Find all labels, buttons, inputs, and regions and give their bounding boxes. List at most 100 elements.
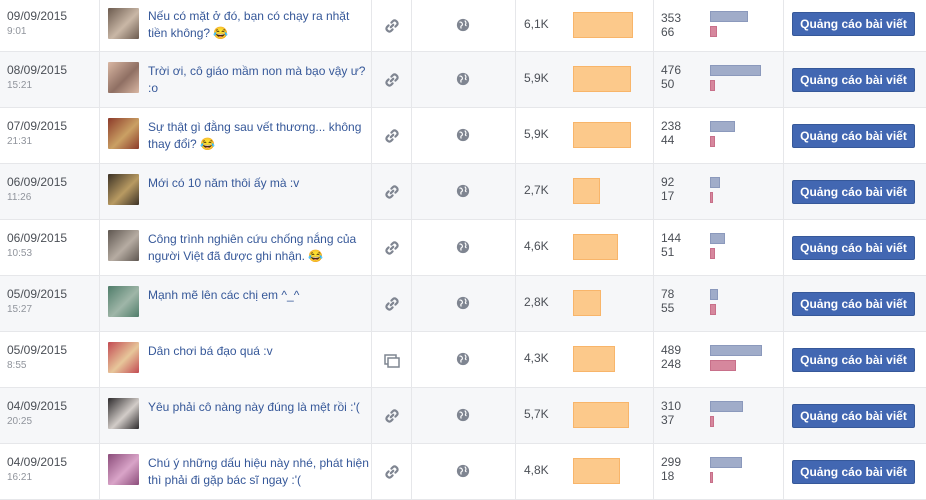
reach-bar [573,178,600,204]
reach-cell: 5,9K [516,52,654,107]
post-message-link[interactable]: Trời ơi, cô giáo mầm non mà bạo vậy ư? :… [148,63,370,97]
boost-post-button[interactable]: Quảng cáo bài viết [792,292,915,316]
engagement-secondary-value: 18 [661,469,675,483]
post-message-link[interactable]: Yêu phải cô nàng này đúng là mệt rồi :'( [148,399,370,416]
globe-icon [456,18,472,34]
post-thumbnail[interactable] [108,398,139,429]
boost-cell: Quảng cáo bài viết [784,164,926,219]
boost-cell: Quảng cáo bài viết [784,0,926,51]
engagement-primary-value: 238 [661,119,682,133]
table-row: 05/09/2015 8:55 Dân chơi bá đạo quá :v 4,3K… [0,332,926,388]
album-icon [383,352,400,368]
targeting-cell [412,0,516,51]
post-type-cell [372,332,412,387]
post-message-link[interactable]: Sự thật gì đằng sau vết thương... không … [148,119,370,153]
boost-post-button[interactable]: Quảng cáo bài viết [792,180,915,204]
post-time: 15:21 [7,80,33,91]
post-time: 20:25 [7,416,33,427]
engagement-primary-value: 310 [661,399,682,413]
post-thumbnail[interactable] [108,286,139,317]
link-icon [384,296,400,312]
engagement-primary-bar [710,121,735,132]
boost-post-button[interactable]: Quảng cáo bài viết [792,124,915,148]
post-date: 07/09/2015 [7,119,68,133]
engagement-secondary-value: 50 [661,77,675,91]
post-cell: Mạnh mẽ lên các chị em ^_^ [100,276,372,331]
globe-icon [456,240,472,256]
date-cell: 05/09/2015 15:27 [0,276,100,331]
globe-icon [456,408,472,424]
engagement-primary-value: 476 [661,63,682,77]
engagement-primary-value: 78 [661,287,675,301]
post-message-link[interactable]: Dân chơi bá đạo quá :v [148,343,370,360]
post-thumbnail[interactable] [108,342,139,373]
date-cell: 08/09/2015 15:21 [0,52,100,107]
post-message-link[interactable]: Mới có 10 năm thôi ấy mà :v [148,175,370,192]
engagement-cell: 310 37 [654,388,784,443]
engagement-secondary-bar [710,192,713,203]
engagement-primary-bar [710,457,742,468]
table-row: 09/09/2015 9:01 Nếu có mặt ở đó, bạn có ch… [0,0,926,52]
post-type-cell [372,108,412,163]
engagement-cell: 476 50 [654,52,784,107]
engagement-primary-value: 489 [661,343,682,357]
engagement-secondary-bar [710,136,715,147]
reach-value: 4,8K [524,463,549,477]
reach-cell: 4,8K [516,444,654,499]
post-cell: Trời ơi, cô giáo mầm non mà bạo vậy ư? :… [100,52,372,107]
post-message-link[interactable]: Công trình nghiên cứu chống nắng của ngư… [148,231,370,265]
post-type-cell [372,276,412,331]
post-cell: Dân chơi bá đạo quá :v [100,332,372,387]
engagement-secondary-value: 37 [661,413,675,427]
post-time: 9:01 [7,26,27,37]
post-thumbnail[interactable] [108,454,139,485]
engagement-secondary-value: 17 [661,189,675,203]
engagement-primary-bar [710,65,761,76]
reach-value: 4,3K [524,351,549,365]
reach-bar [573,346,615,372]
post-cell: Công trình nghiên cứu chống nắng của ngư… [100,220,372,275]
post-thumbnail[interactable] [108,174,139,205]
post-cell: Yêu phải cô nàng này đúng là mệt rồi :'( [100,388,372,443]
boost-post-button[interactable]: Quảng cáo bài viết [792,348,915,372]
reach-value: 5,7K [524,407,549,421]
globe-icon [456,352,472,368]
post-thumbnail[interactable] [108,62,139,93]
reach-cell: 4,6K [516,220,654,275]
reach-value: 5,9K [524,127,549,141]
date-cell: 04/09/2015 20:25 [0,388,100,443]
engagement-values: 310 37 [661,399,681,427]
targeting-cell [412,444,516,499]
boost-post-button[interactable]: Quảng cáo bài viết [792,236,915,260]
engagement-secondary-bar [710,26,717,37]
engagement-secondary-bar [710,360,736,371]
engagement-secondary-value: 66 [661,25,675,39]
boost-post-button[interactable]: Quảng cáo bài viết [792,12,915,36]
boost-post-button[interactable]: Quảng cáo bài viết [792,404,915,428]
engagement-values: 144 51 [661,231,681,259]
post-thumbnail[interactable] [108,8,139,39]
post-thumbnail[interactable] [108,230,139,261]
post-thumbnail[interactable] [108,118,139,149]
reach-value: 5,9K [524,71,549,85]
engagement-cell: 144 51 [654,220,784,275]
reach-value: 4,6K [524,239,549,253]
reach-value: 2,8K [524,295,549,309]
targeting-cell [412,220,516,275]
date-cell: 07/09/2015 21:31 [0,108,100,163]
post-message-link[interactable]: Mạnh mẽ lên các chị em ^_^ [148,287,370,304]
post-message-link[interactable]: Nếu có mặt ở đó, bạn có chạy ra nhặt tiề… [148,8,370,42]
engagement-values: 299 18 [661,455,681,483]
boost-post-button[interactable]: Quảng cáo bài viết [792,460,915,484]
engagement-primary-bar [710,233,725,244]
globe-icon [456,184,472,200]
post-type-cell [372,220,412,275]
post-message-link[interactable]: Chú ý những dấu hiệu này nhé, phát hiện … [148,455,370,489]
date-cell: 06/09/2015 11:26 [0,164,100,219]
reach-bar [573,402,629,428]
reach-cell: 5,9K [516,108,654,163]
post-cell: Sự thật gì đằng sau vết thương... không … [100,108,372,163]
post-date: 05/09/2015 [7,343,68,357]
boost-post-button[interactable]: Quảng cáo bài viết [792,68,915,92]
engagement-cell: 78 55 [654,276,784,331]
